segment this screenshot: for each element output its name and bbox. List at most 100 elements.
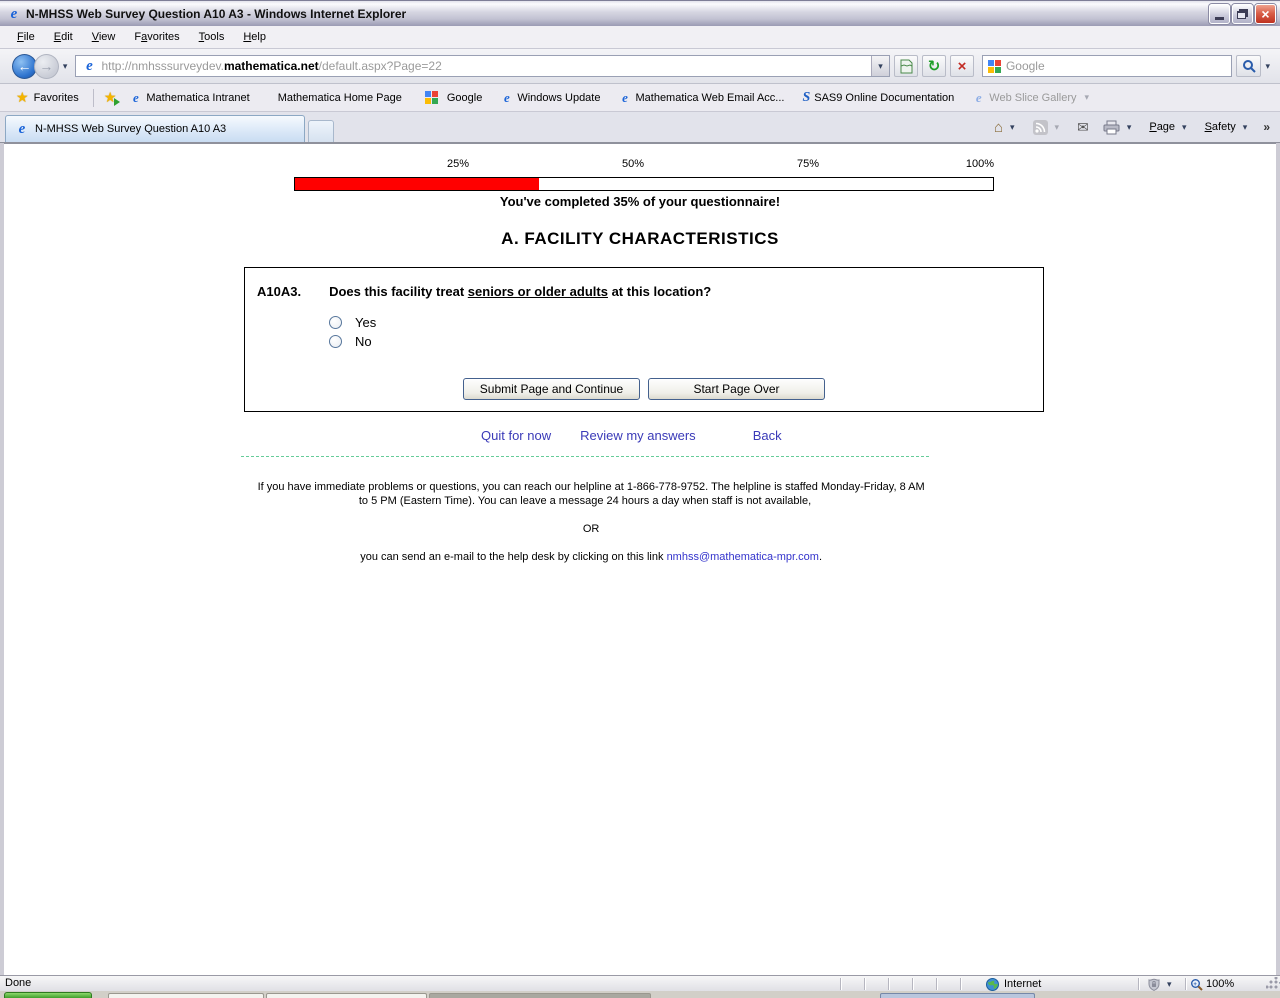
status-text: Done	[5, 977, 32, 989]
progress-message: You've completed 35% of your questionnai…	[499, 194, 781, 209]
chevron-down-icon: ▾	[1167, 978, 1172, 989]
quit-for-now-link[interactable]: Quit for now	[481, 428, 551, 443]
chevron-down-icon: ▾	[1182, 121, 1187, 132]
close-icon: ×	[1261, 5, 1270, 22]
stop-button[interactable]: ×	[949, 55, 974, 77]
question-text: A10A3. Does this facility treat seniors o…	[257, 284, 712, 299]
google-icon	[424, 91, 438, 104]
tab-bar: e N-MHSS Web Survey Question A10 A3 ⌂ ▾ …	[0, 112, 1280, 143]
google-icon	[987, 59, 1001, 73]
taskbar-button-partial[interactable]	[108, 993, 264, 998]
compatibility-view-button[interactable]	[894, 55, 919, 77]
restore-button[interactable]	[1232, 3, 1253, 24]
address-bar[interactable]: e http://nmhsssurveydev. mathematica.net /…	[75, 55, 891, 77]
ie-page-icon: e	[132, 90, 139, 105]
start-button-partial[interactable]	[4, 992, 92, 998]
menu-favorites[interactable]: Favorites	[125, 28, 189, 46]
submit-page-button[interactable]: Submit Page and Continue	[463, 378, 640, 400]
status-segment-divider	[1185, 978, 1186, 990]
favorites-button[interactable]: ★ Favorites	[8, 86, 87, 109]
ie-page-icon: e	[18, 121, 26, 137]
status-segment-divider	[912, 978, 913, 990]
favorite-link-mathematica-web-email[interactable]: e Mathematica Web Email Acc...	[609, 88, 793, 107]
windows-taskbar-partial	[0, 991, 1280, 998]
recent-pages-dropdown[interactable]: ▾	[59, 61, 72, 72]
search-options-dropdown[interactable]: ▾	[1261, 61, 1274, 72]
refresh-button[interactable]: ↻	[922, 55, 946, 77]
safety-menu-button[interactable]: Safety ▾	[1199, 117, 1258, 137]
protected-mode-control[interactable]: ▾	[1147, 976, 1176, 992]
back-link[interactable]: Back	[753, 428, 782, 443]
window-title: N-MHSS Web Survey Question A10 A3 - Wind…	[26, 6, 407, 21]
menu-view[interactable]: View	[83, 28, 126, 46]
help-email-line: you can send an e-mail to the help desk …	[360, 551, 667, 563]
printer-icon	[1103, 120, 1120, 134]
title-bar: e N-MHSS Web Survey Question A10 A3 - Wi…	[0, 0, 1280, 26]
tab-active-survey[interactable]: e N-MHSS Web Survey Question A10 A3	[5, 115, 305, 142]
sas-icon: S	[802, 89, 811, 105]
chevron-down-icon: ▾	[1054, 121, 1060, 132]
home-button[interactable]: ⌂ ▾	[988, 115, 1025, 140]
menu-edit[interactable]: Edit	[45, 28, 83, 46]
radio-no[interactable]	[329, 335, 342, 348]
taskbar-button-partial[interactable]	[429, 993, 651, 998]
survey-nav-links: Quit for now Review my answers Back	[481, 428, 782, 443]
favorite-link-sas9-documentation[interactable]: S SAS9 Online Documentation	[793, 87, 963, 109]
feeds-button[interactable]: ▾	[1027, 116, 1070, 139]
menu-file[interactable]: File	[8, 28, 45, 46]
favorite-link-google[interactable]: Google	[411, 88, 491, 107]
option-yes[interactable]: Yes	[329, 313, 376, 332]
address-dropdown-button[interactable]: ▾	[871, 56, 890, 76]
favorite-link-mathematica-intranet[interactable]: e Mathematica Intranet	[120, 88, 258, 107]
tick-100: 100%	[965, 158, 994, 170]
taskbar-button-partial[interactable]	[880, 993, 1035, 998]
option-yes-label: Yes	[355, 315, 377, 330]
print-button[interactable]: ▾	[1097, 116, 1142, 139]
broken-page-icon	[900, 59, 913, 73]
chevron-down-icon: ▾	[1084, 92, 1090, 102]
star-icon: ★	[16, 89, 29, 105]
start-page-over-button[interactable]: Start Page Over	[648, 378, 825, 400]
search-button[interactable]	[1235, 55, 1262, 77]
menu-tools[interactable]: Tools	[190, 28, 235, 46]
taskbar-button-partial[interactable]	[266, 993, 427, 998]
status-segment-divider	[864, 978, 865, 990]
new-tab-button[interactable]	[308, 120, 334, 142]
separator	[92, 88, 94, 107]
url-suffix: /default.aspx?Page=22	[318, 59, 442, 73]
ie-page-icon: e	[503, 90, 510, 105]
form-buttons: Submit Page and Continue Start Page Over	[245, 378, 1043, 400]
menu-bar: File Edit View Favorites Tools Help	[0, 26, 1280, 49]
close-button[interactable]: ×	[1255, 3, 1276, 24]
resize-grip[interactable]	[1266, 977, 1278, 989]
stop-icon: ×	[957, 57, 967, 75]
answer-options: Yes No	[329, 313, 376, 351]
status-segment-divider	[1138, 978, 1139, 990]
help-paragraph: If you have immediate problems or questi…	[257, 481, 928, 507]
question-box: A10A3. Does this facility treat seniors o…	[244, 267, 1044, 412]
toolbar-overflow-button[interactable]: »	[1259, 120, 1274, 134]
question-number: A10A3.	[257, 284, 302, 299]
favorite-link-windows-update[interactable]: e Windows Update	[491, 88, 609, 107]
add-to-favorites-bar-button[interactable]: ★	[100, 86, 121, 109]
menu-help[interactable]: Help	[234, 28, 276, 46]
radio-yes[interactable]	[329, 316, 342, 329]
globe-icon	[986, 977, 999, 991]
search-input[interactable]: Google	[981, 55, 1232, 77]
minimize-button[interactable]	[1209, 3, 1230, 24]
chevron-down-icon: ▾	[1126, 121, 1132, 132]
page-menu-button[interactable]: Page ▾	[1143, 117, 1196, 137]
favorite-link-mathematica-home-page[interactable]: Mathematica Home Page	[269, 89, 411, 107]
zoom-magnifier-icon: +	[1191, 978, 1203, 991]
help-email-link[interactable]: nmhss@mathematica-mpr.com	[667, 551, 819, 563]
option-no[interactable]: No	[329, 332, 376, 351]
favorites-label: Favorites	[33, 91, 79, 104]
status-segment-divider	[936, 978, 937, 990]
read-mail-button[interactable]: ✉	[1071, 115, 1095, 140]
forward-button[interactable]: →	[33, 53, 59, 79]
review-my-answers-link[interactable]: Review my answers	[580, 428, 696, 443]
status-segment-divider	[960, 978, 961, 990]
status-bar: Done Internet ▾ + 100% ▾	[0, 975, 1280, 991]
favorite-link-web-slice-gallery[interactable]: e Web Slice Gallery ▾	[963, 88, 1102, 107]
tick-50: 50%	[621, 158, 644, 170]
